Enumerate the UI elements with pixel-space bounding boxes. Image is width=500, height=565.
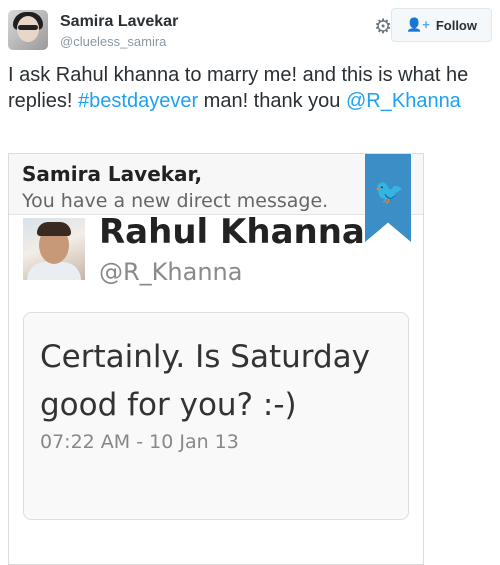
follow-label: Follow bbox=[435, 17, 477, 33]
tweet-text: I ask Rahul khanna to marry me! and this… bbox=[8, 62, 492, 114]
hashtag-link[interactable]: #bestdayever bbox=[78, 90, 198, 112]
dm-screenshot-card: Samira Lavekar, You have a new direct me… bbox=[8, 153, 424, 565]
dm-message-text: Certainly. Is Saturday good for you? :-) bbox=[40, 339, 370, 423]
mention-link[interactable]: @R_Khanna bbox=[346, 90, 461, 112]
sender-name: Rahul Khanna bbox=[99, 212, 365, 252]
dm-notice: You have a new direct message. bbox=[22, 190, 329, 212]
author-name[interactable]: Samira Lavekar bbox=[60, 13, 178, 31]
tweet-text-part: man! thank you bbox=[198, 90, 346, 112]
dm-message-bubble: Certainly. Is Saturday good for you? :-)… bbox=[23, 312, 409, 520]
dm-timestamp: 07:22 AM - 10 Jan 13 bbox=[40, 431, 239, 453]
dm-recipient: Samira Lavekar, bbox=[22, 162, 203, 186]
sender-avatar bbox=[23, 218, 85, 280]
sender-handle: @R_Khanna bbox=[99, 258, 243, 286]
follow-button[interactable]: 👤+ Follow bbox=[391, 8, 492, 42]
author-avatar[interactable] bbox=[8, 10, 48, 50]
dm-card-header: Samira Lavekar, You have a new direct me… bbox=[9, 154, 423, 215]
add-user-icon: 👤+ bbox=[406, 17, 430, 32]
gear-icon[interactable]: ⚙ bbox=[374, 14, 392, 39]
author-handle[interactable]: @clueless_samira bbox=[60, 34, 166, 49]
tweet-header: Samira Lavekar @clueless_samira ⚙ 👤+ Fol… bbox=[8, 8, 492, 52]
twitter-bird-icon: 🐦 bbox=[374, 178, 404, 206]
